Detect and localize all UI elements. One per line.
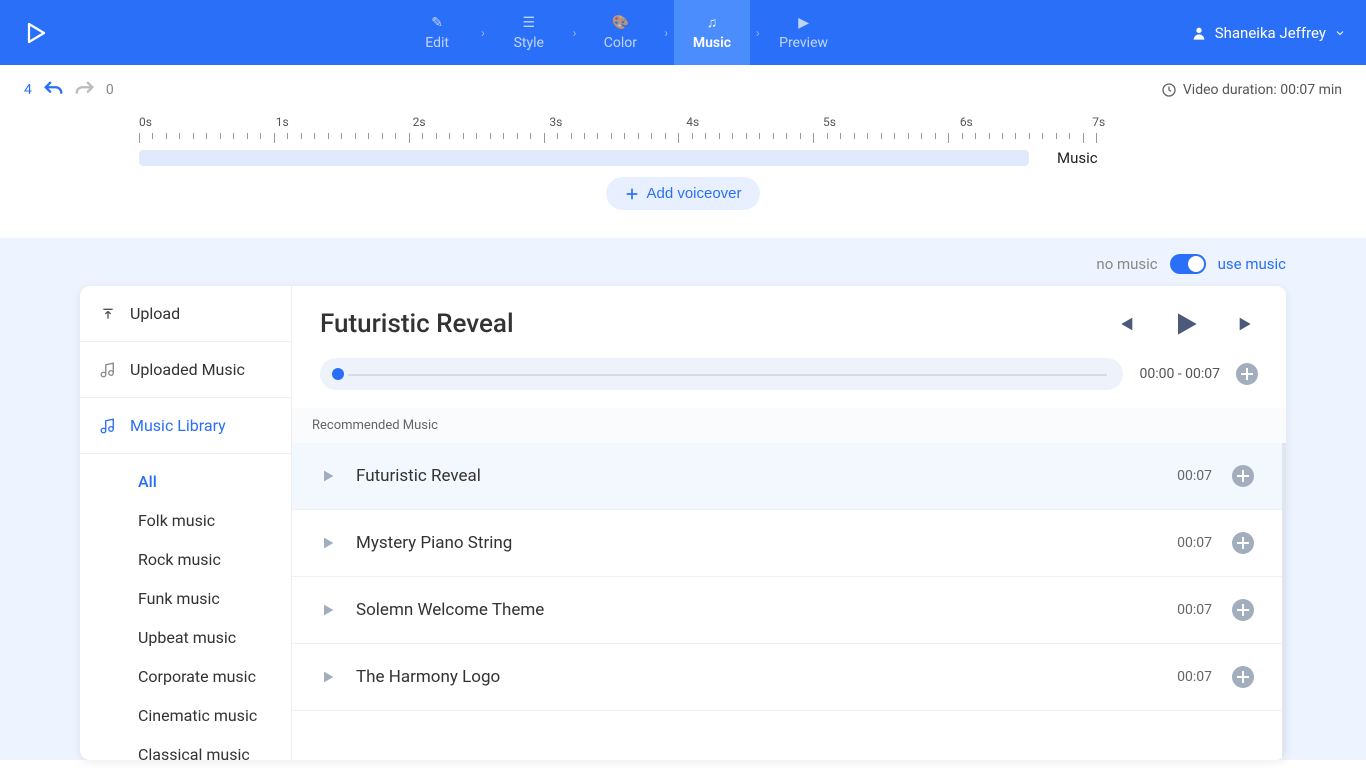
palette-icon: 🎨 [612, 15, 629, 31]
uploaded-music-tab[interactable]: Uploaded Music [80, 342, 291, 398]
category-classical[interactable]: Classical music [80, 735, 291, 760]
music-track-bar[interactable] [139, 150, 1029, 166]
video-duration: Video duration: 00:07 min [1161, 82, 1342, 98]
wizard-nav: ✎Edit › ☰Style › 🎨Color › ♫Music › ▶Prev… [50, 0, 1191, 65]
undo-count: 4 [24, 82, 32, 98]
plus-icon [624, 186, 640, 202]
clock-icon [1161, 82, 1177, 98]
next-track-button[interactable] [1236, 313, 1258, 335]
add-voiceover-button[interactable]: Add voiceover [606, 177, 759, 210]
timeline: 0s 1s 2s 3s 4s 5s 6s 7s Music Add voiceo… [0, 115, 1366, 238]
music-library-icon [98, 417, 118, 435]
track-row[interactable]: Solemn Welcome Theme 00:07 [292, 577, 1282, 644]
add-track-button[interactable] [1232, 465, 1254, 487]
category-corporate[interactable]: Corporate music [80, 657, 291, 696]
progress-bar[interactable] [320, 358, 1123, 390]
category-list: All Folk music Rock music Funk music Upb… [80, 454, 291, 760]
progress-time: 00:00 - 00:07 [1139, 366, 1220, 382]
app-logo[interactable] [20, 18, 50, 48]
music-library-tab[interactable]: Music Library [80, 398, 291, 454]
time-ruler[interactable]: 0s 1s 2s 3s 4s 5s 6s 7s [139, 115, 1097, 149]
add-track-button[interactable] [1232, 599, 1254, 621]
chevron-down-icon [1334, 27, 1346, 39]
app-header: ✎Edit › ☰Style › 🎨Color › ♫Music › ▶Prev… [0, 0, 1366, 65]
chevron-right-icon: › [750, 0, 766, 65]
track-row[interactable]: The Harmony Logo 00:07 [292, 644, 1282, 711]
no-music-label: no music [1096, 255, 1157, 273]
play-icon[interactable] [320, 535, 336, 551]
upload-icon [98, 306, 118, 322]
upload-tab[interactable]: Upload [80, 286, 291, 342]
track-list[interactable]: Futuristic Reveal 00:07 Mystery Piano St… [292, 443, 1286, 760]
stack-icon: ☰ [522, 15, 535, 31]
category-funk[interactable]: Funk music [80, 579, 291, 618]
current-track-title: Futuristic Reveal [320, 309, 1094, 339]
play-icon[interactable] [320, 669, 336, 685]
user-icon [1191, 25, 1207, 41]
play-icon: ▶ [798, 15, 809, 31]
music-track-row: Music [139, 149, 1282, 167]
play-icon[interactable] [320, 468, 336, 484]
chevron-right-icon: › [475, 0, 491, 65]
category-folk[interactable]: Folk music [80, 501, 291, 540]
category-cinematic[interactable]: Cinematic music [80, 696, 291, 735]
music-toggle-row: no music use music [0, 238, 1366, 286]
category-all[interactable]: All [80, 462, 291, 501]
music-sidebar: Upload Uploaded Music Music Library All … [80, 286, 292, 760]
redo-count: 0 [106, 82, 114, 98]
music-panel: Upload Uploaded Music Music Library All … [80, 286, 1286, 760]
add-track-button[interactable] [1236, 363, 1258, 385]
edit-icon: ✎ [431, 15, 443, 31]
logo-icon [20, 18, 50, 48]
track-row[interactable]: Futuristic Reveal 00:07 [292, 443, 1282, 510]
music-section: no music use music Upload Uploaded Music… [0, 238, 1366, 760]
add-track-button[interactable] [1232, 666, 1254, 688]
add-track-button[interactable] [1232, 532, 1254, 554]
track-label: Music [1057, 149, 1098, 167]
music-note-icon [98, 361, 118, 379]
step-preview[interactable]: ▶Preview [766, 0, 842, 65]
play-button[interactable] [1170, 308, 1202, 340]
music-icon: ♫ [707, 14, 718, 31]
use-music-label: use music [1218, 255, 1286, 273]
category-upbeat[interactable]: Upbeat music [80, 618, 291, 657]
chevron-right-icon: › [567, 0, 583, 65]
step-color[interactable]: 🎨Color [582, 0, 658, 65]
category-rock[interactable]: Rock music [80, 540, 291, 579]
user-name: Shaneika Jeffrey [1215, 24, 1326, 42]
user-menu[interactable]: Shaneika Jeffrey [1191, 24, 1346, 42]
track-row[interactable]: Mystery Piano String 00:07 [292, 510, 1282, 577]
undo-icon[interactable] [42, 79, 64, 101]
toolbar: 4 0 Video duration: 00:07 min [0, 65, 1366, 115]
prev-track-button[interactable] [1114, 313, 1136, 335]
music-main: Futuristic Reveal 00:00 - 00:07 Recommen… [292, 286, 1286, 760]
chevron-right-icon: › [658, 0, 674, 65]
music-toggle[interactable] [1170, 254, 1206, 274]
redo-icon[interactable] [74, 79, 96, 101]
play-icon[interactable] [320, 602, 336, 618]
step-style[interactable]: ☰Style [491, 0, 567, 65]
recommended-header: Recommended Music [292, 408, 1286, 443]
step-music[interactable]: ♫Music [674, 0, 750, 65]
step-edit[interactable]: ✎Edit [399, 0, 475, 65]
progress-handle[interactable] [332, 368, 344, 380]
